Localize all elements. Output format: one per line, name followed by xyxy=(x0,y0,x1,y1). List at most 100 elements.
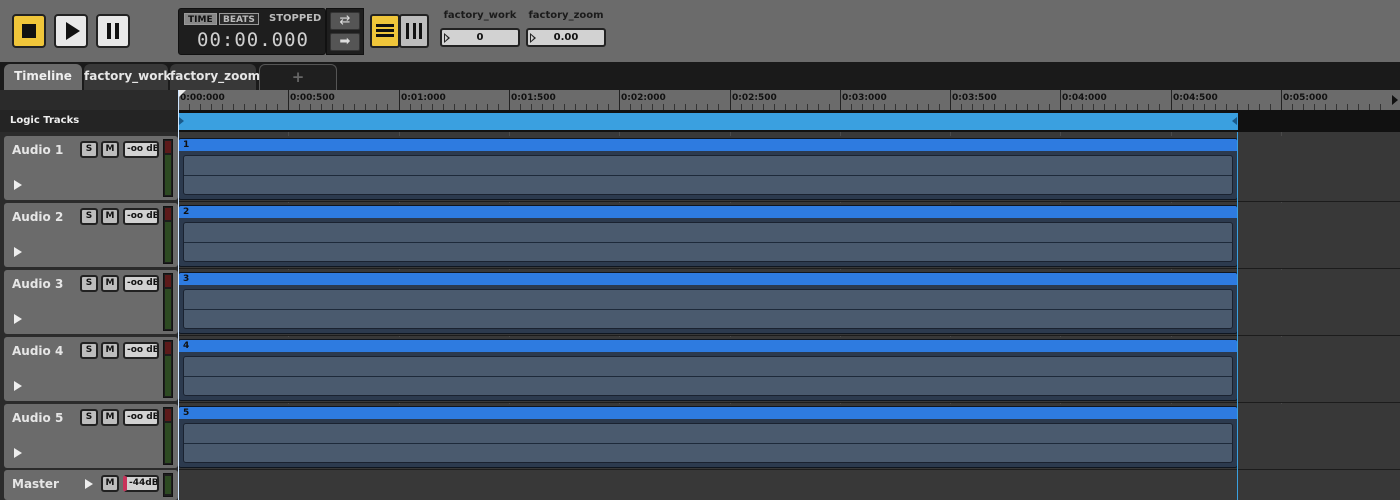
param-value-field[interactable]: 0 xyxy=(440,28,520,47)
solo-button[interactable]: S xyxy=(80,409,98,426)
advance-button[interactable]: ➡ xyxy=(330,33,360,51)
audio-clip[interactable]: 5 xyxy=(178,406,1238,468)
pause-icon xyxy=(107,23,119,39)
level-meter xyxy=(163,340,173,398)
solo-button[interactable]: S xyxy=(80,208,98,225)
clip-label: 5 xyxy=(179,407,1237,419)
playhead-handle[interactable] xyxy=(178,90,186,98)
solo-button[interactable]: S xyxy=(80,275,98,292)
track-header-audio-1[interactable]: Audio 1 S M -oo dB xyxy=(4,136,178,200)
clip-label: 2 xyxy=(179,206,1237,218)
ruler-label: 0:01:500 xyxy=(511,93,556,103)
beats-mode-toggle[interactable]: BEATS xyxy=(219,13,259,25)
play-icon[interactable] xyxy=(85,479,93,489)
ruler-label: 0:00:500 xyxy=(290,93,335,103)
solo-button[interactable]: S xyxy=(80,141,98,158)
track-name: Audio 1 xyxy=(12,143,64,157)
ruler-major-tick xyxy=(950,90,951,110)
volume-field[interactable]: -44dB xyxy=(123,475,159,492)
ruler-label: 0:01:000 xyxy=(401,93,446,103)
param-factory-work: factory_work 0 xyxy=(440,10,520,47)
volume-field[interactable]: -oo dB xyxy=(123,275,159,292)
audio-clip[interactable]: 4 xyxy=(178,339,1238,401)
clip-waveform xyxy=(183,222,1233,262)
tab-timeline[interactable]: Timeline xyxy=(4,64,82,90)
timeline-area[interactable]: 0:00:000 0:00:500 0:01:000 0:01:500 0:02:000… xyxy=(178,90,1400,500)
ruler-major-tick xyxy=(1281,90,1282,110)
clip-waveform xyxy=(183,155,1233,195)
clip-end-marker xyxy=(1237,132,1238,500)
ruler-label: 0:04:000 xyxy=(1062,93,1107,103)
track-header-audio-4[interactable]: Audio 4 S M -oo dB xyxy=(4,337,178,401)
expand-icon[interactable] xyxy=(14,381,22,391)
track-header-audio-3[interactable]: Audio 3 S M -oo dB xyxy=(4,270,178,334)
ruler-label: 0:00:000 xyxy=(180,93,225,103)
ruler-major-tick xyxy=(730,90,731,110)
volume-field[interactable]: -oo dB xyxy=(123,208,159,225)
mute-button[interactable]: M xyxy=(101,475,119,492)
pause-button[interactable] xyxy=(96,14,130,48)
play-icon xyxy=(444,33,450,43)
track-lane[interactable]: 4 xyxy=(178,337,1400,403)
expand-icon[interactable] xyxy=(14,448,22,458)
audio-clip[interactable]: 1 xyxy=(178,138,1238,200)
mute-button[interactable]: M xyxy=(101,275,119,292)
track-lane[interactable]: 2 xyxy=(178,203,1400,269)
track-lane[interactable]: 1 xyxy=(178,136,1400,202)
columns-view-button[interactable] xyxy=(399,14,429,48)
playhead xyxy=(178,90,179,500)
volume-field[interactable]: -oo dB xyxy=(123,141,159,158)
tab-factory-zoom[interactable]: factory_zoom xyxy=(170,64,260,90)
volume-field[interactable]: -oo dB xyxy=(123,409,159,426)
param-value-field[interactable]: 0.00 xyxy=(526,28,606,47)
track-header-master[interactable]: Master M -44dB xyxy=(4,470,178,500)
ruler-major-tick xyxy=(1171,90,1172,110)
expand-icon[interactable] xyxy=(14,247,22,257)
loop-button[interactable]: ⇄ xyxy=(330,12,360,30)
mute-button[interactable]: M xyxy=(101,342,119,359)
volume-field[interactable]: -oo dB xyxy=(123,342,159,359)
solo-button[interactable]: S xyxy=(80,342,98,359)
track-name: Audio 3 xyxy=(12,277,64,291)
stop-button[interactable] xyxy=(12,14,46,48)
transport-status: STOPPED xyxy=(269,13,322,24)
play-icon xyxy=(530,33,536,43)
ruler-label: 0:03:000 xyxy=(842,93,887,103)
track-name: Audio 2 xyxy=(12,210,64,224)
ruler-major-tick xyxy=(399,90,400,110)
audio-clip[interactable]: 3 xyxy=(178,272,1238,334)
master-lane[interactable] xyxy=(178,470,1400,500)
level-meter xyxy=(163,139,173,197)
audio-clip[interactable]: 2 xyxy=(178,205,1238,267)
track-name: Master xyxy=(12,477,59,491)
track-lane[interactable]: 5 xyxy=(178,404,1400,470)
param-label: factory_zoom xyxy=(528,10,604,21)
track-header-audio-5[interactable]: Audio 5 S M -oo dB xyxy=(4,404,178,468)
time-mode-toggle[interactable]: TIME xyxy=(184,13,217,25)
tab-factory-work[interactable]: factory_work xyxy=(84,64,171,90)
list-icon xyxy=(376,24,394,38)
logic-track-lane[interactable] xyxy=(178,110,1400,132)
ruler-major-tick xyxy=(840,90,841,110)
expand-icon[interactable] xyxy=(14,180,22,190)
param-factory-zoom: factory_zoom 0.00 xyxy=(526,10,606,47)
loop-end-handle[interactable] xyxy=(1232,117,1237,125)
mute-button[interactable]: M xyxy=(101,208,119,225)
param-label: factory_work xyxy=(443,10,517,21)
clip-waveform xyxy=(183,423,1233,463)
track-lane[interactable]: 3 xyxy=(178,270,1400,336)
loop-region[interactable] xyxy=(178,113,1238,130)
time-ruler[interactable]: 0:00:000 0:00:500 0:01:000 0:01:500 0:02:000… xyxy=(178,90,1400,110)
loop-start-handle[interactable] xyxy=(179,117,184,125)
scroll-right-icon[interactable] xyxy=(1392,95,1398,105)
list-view-button[interactable] xyxy=(370,14,400,48)
track-headers: Logic Tracks Audio 1 S M -oo dB Audio 2 … xyxy=(0,90,178,500)
mute-button[interactable]: M xyxy=(101,141,119,158)
ruler-major-tick xyxy=(509,90,510,110)
ruler-major-tick xyxy=(619,90,620,110)
play-button[interactable] xyxy=(54,14,88,48)
mute-button[interactable]: M xyxy=(101,409,119,426)
add-tab-button[interactable]: + xyxy=(259,64,337,90)
track-header-audio-2[interactable]: Audio 2 S M -oo dB xyxy=(4,203,178,267)
expand-icon[interactable] xyxy=(14,314,22,324)
